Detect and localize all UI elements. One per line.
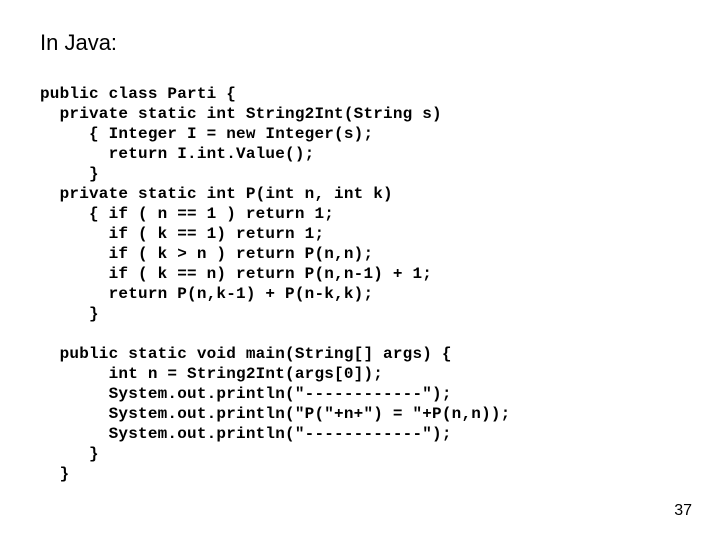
code-block: public class Parti { private static int … (40, 84, 680, 484)
slide-content: In Java: public class Parti { private st… (0, 0, 720, 504)
page-number: 37 (674, 502, 692, 520)
slide-heading: In Java: (40, 30, 680, 56)
